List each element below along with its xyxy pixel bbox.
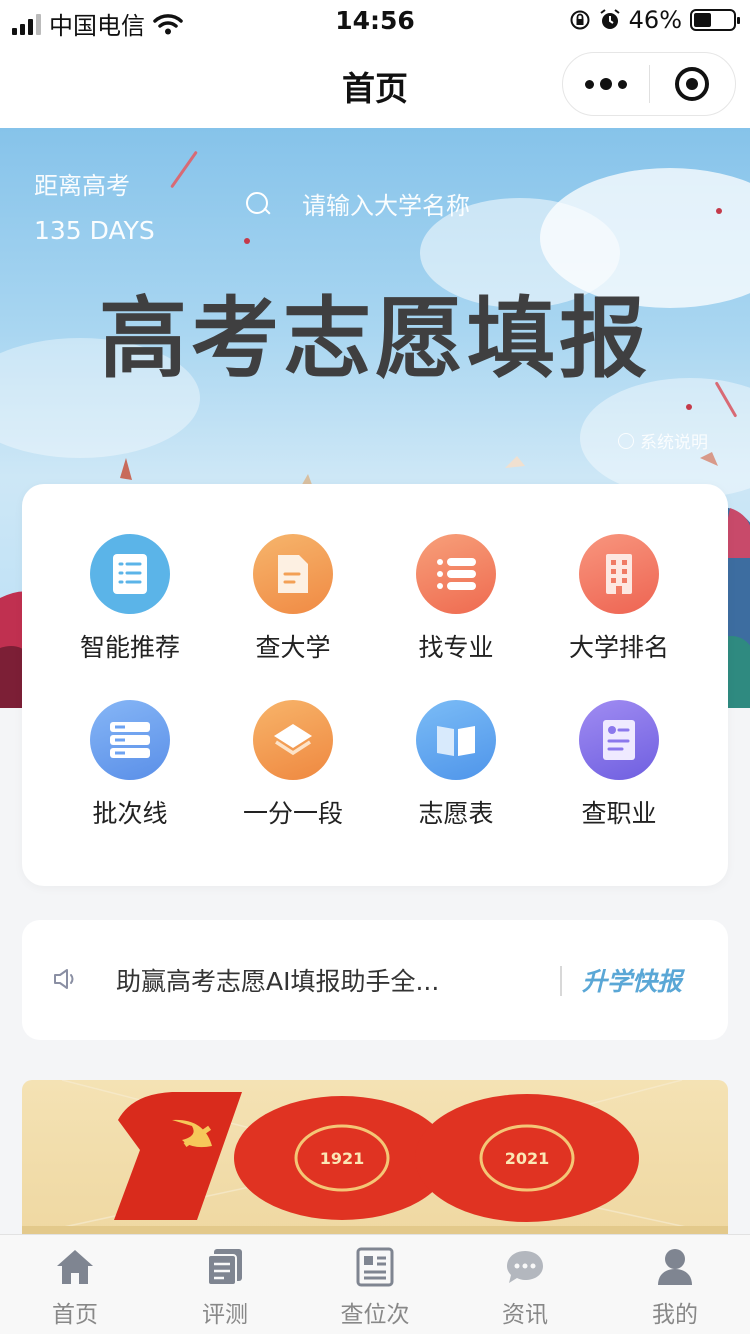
menu-label: 批次线 <box>92 799 168 828</box>
menu-label: 查职业 <box>581 799 657 828</box>
status-bar: 中国电信 14:56 46% <box>0 0 750 42</box>
rank-sheet-icon <box>355 1247 395 1287</box>
list-icon <box>416 534 496 614</box>
user-icon <box>655 1247 695 1287</box>
menu-label: 大学排名 <box>568 633 669 662</box>
news-ticker[interactable]: 助赢高考志愿AI填报助手全... 升学快报 <box>22 920 728 1040</box>
menu-item-batch-line[interactable]: 批次线 <box>50 700 210 850</box>
navigation-bar: 首页 <box>0 42 750 128</box>
menu-item-smart-recommend[interactable]: 智能推荐 <box>50 534 210 684</box>
year-1921-label: 1921 <box>320 1149 365 1168</box>
menu-item-search-university[interactable]: 查大学 <box>213 534 373 684</box>
battery-icon <box>690 9 740 31</box>
menu-item-score-segment[interactable]: 一分一段 <box>213 700 373 850</box>
clipboard-icon <box>205 1247 245 1287</box>
home-icon <box>55 1247 95 1287</box>
tab-label: 查位次 <box>340 1302 410 1328</box>
search-input[interactable] <box>302 192 682 220</box>
anniversary-100-graphic: 1921 2021 <box>22 1080 728 1236</box>
tab-home[interactable]: 首页 <box>0 1235 150 1334</box>
battery-percent: 46% <box>628 6 682 34</box>
tab-rank-lookup[interactable]: 查位次 <box>300 1235 450 1334</box>
chat-bubble-icon <box>505 1247 545 1287</box>
menu-label: 智能推荐 <box>79 633 180 662</box>
tab-label: 评测 <box>202 1302 248 1328</box>
tab-profile[interactable]: 我的 <box>600 1235 750 1334</box>
news-divider <box>560 966 562 996</box>
menu-label: 志愿表 <box>418 799 494 828</box>
tab-label: 首页 <box>52 1302 98 1328</box>
profile-card-icon <box>579 700 659 780</box>
file-icon <box>253 534 333 614</box>
speaker-icon <box>54 969 74 989</box>
news-headline[interactable]: 助赢高考志愿AI填报助手全... <box>116 962 536 998</box>
year-2021-label: 2021 <box>505 1149 550 1168</box>
menu-label: 查大学 <box>255 633 331 662</box>
news-tag[interactable]: 升学快报 <box>582 962 682 998</box>
tab-label: 资讯 <box>502 1302 548 1328</box>
info-icon <box>618 432 634 449</box>
tab-news[interactable]: 资讯 <box>450 1235 600 1334</box>
alarm-icon <box>600 9 620 29</box>
menu-label: 找专业 <box>418 633 494 662</box>
orientation-lock-icon <box>570 10 590 30</box>
more-options-button[interactable] <box>563 53 649 115</box>
close-mini-program-button[interactable] <box>650 53 736 115</box>
menu-label: 一分一段 <box>242 799 343 828</box>
status-right: 46% <box>569 6 740 34</box>
building-icon <box>579 534 659 614</box>
target-icon <box>675 67 710 101</box>
menu-item-application-form[interactable]: 志愿表 <box>376 700 536 850</box>
tab-label: 我的 <box>652 1302 698 1328</box>
search-bar[interactable] <box>232 180 712 232</box>
anniversary-banner[interactable]: 1921 2021 <box>22 1080 728 1236</box>
server-icon <box>90 700 170 780</box>
countdown-label: 距离高考 <box>34 172 130 200</box>
battery-fill <box>694 13 712 27</box>
document-list-icon <box>90 534 170 614</box>
feature-menu-card: 智能推荐 查大学 找专业 大学排名 批次线 一分一段 志愿表 查职业 <box>22 484 728 886</box>
search-icon <box>246 192 274 220</box>
tab-assessment[interactable]: 评测 <box>150 1235 300 1334</box>
menu-item-find-major[interactable]: 找专业 <box>376 534 536 684</box>
countdown-value: 135 DAYS <box>34 216 155 245</box>
layers-icon <box>253 700 333 780</box>
bottom-tab-bar: 首页 评测 查位次 资讯 我的 <box>0 1234 750 1334</box>
mini-program-capsule <box>562 52 736 116</box>
menu-item-search-career[interactable]: 查职业 <box>539 700 699 850</box>
menu-item-university-ranking[interactable]: 大学排名 <box>539 534 699 684</box>
banner-title: 高考志愿填报 <box>98 287 651 390</box>
book-icon <box>416 700 496 780</box>
